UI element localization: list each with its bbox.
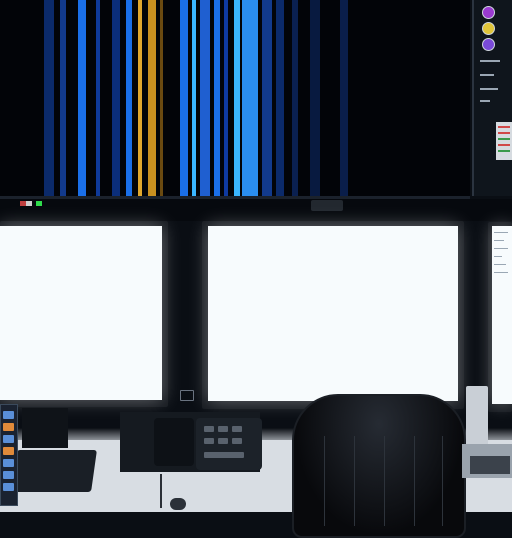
light-stripe [276, 0, 284, 196]
light-stripe [200, 0, 210, 196]
light-stripe [60, 0, 66, 196]
light-stripe [112, 0, 120, 196]
violet-dot-icon [482, 38, 495, 51]
light-stripe [78, 0, 86, 196]
chair-mesh-line [414, 436, 415, 526]
white-led-icon [26, 201, 32, 206]
panel-line [480, 74, 494, 76]
light-stripe [126, 0, 132, 196]
control-key[interactable] [232, 426, 242, 432]
light-stripe [138, 0, 142, 196]
control-panel[interactable] [196, 418, 262, 470]
chair-mesh-line [354, 436, 355, 526]
equipment-clamp [470, 456, 510, 474]
monitor-logo-icon [180, 390, 194, 401]
document-line [494, 248, 508, 249]
center-monitor-screen [208, 226, 458, 401]
yellow-dot-icon [482, 22, 495, 35]
device-key[interactable] [3, 411, 14, 419]
light-stripe [192, 0, 196, 196]
light-stripe [44, 0, 54, 196]
light-stripe [180, 0, 188, 196]
left-device [0, 404, 18, 506]
control-key[interactable] [232, 438, 242, 444]
monitor-mount-rail [0, 199, 512, 221]
panel-chart-box [496, 122, 512, 160]
keyboard[interactable] [11, 450, 97, 492]
document-line [494, 256, 502, 257]
upper-wall-display [0, 0, 470, 199]
device-key[interactable] [3, 471, 14, 479]
light-stripe [242, 0, 258, 196]
mount-bracket [311, 200, 343, 211]
control-key[interactable] [204, 438, 214, 444]
device-key[interactable] [3, 435, 14, 443]
document-line [494, 240, 504, 241]
light-stripe [148, 0, 156, 196]
light-stripe [96, 0, 100, 196]
chair-mesh-line [442, 436, 443, 526]
device-key[interactable] [3, 447, 14, 455]
panel-line [480, 88, 498, 90]
left-monitor-screen [0, 226, 162, 400]
document-line [494, 232, 508, 233]
light-stripe [292, 0, 298, 196]
panel-line [480, 60, 500, 62]
chair-mesh-line [384, 436, 385, 526]
panel-line [480, 100, 490, 102]
green-led-icon [36, 201, 42, 206]
chair-mesh-line [324, 436, 325, 526]
light-stripe [310, 0, 320, 196]
mouse-cable [160, 474, 166, 508]
control-bar[interactable] [204, 452, 244, 458]
phone-handset[interactable] [154, 418, 194, 466]
document-line [494, 264, 506, 265]
light-stripe [234, 0, 240, 196]
control-key[interactable] [218, 438, 228, 444]
device-key[interactable] [3, 459, 14, 467]
light-stripe [262, 0, 272, 196]
mouse[interactable] [170, 498, 186, 510]
light-stripe [214, 0, 220, 196]
light-stripe [224, 0, 228, 196]
right-monitor-screen [492, 226, 512, 404]
device-key[interactable] [3, 483, 14, 491]
control-key[interactable] [204, 426, 214, 432]
device-key[interactable] [3, 423, 14, 431]
light-stripe [340, 0, 348, 196]
control-key[interactable] [218, 426, 228, 432]
monitor-stand [22, 408, 68, 448]
light-stripes [0, 0, 470, 196]
side-panel-monitor [472, 0, 512, 196]
purple-dot-icon [482, 6, 495, 19]
office-chair [292, 394, 466, 538]
light-stripe [160, 0, 163, 196]
document-line [494, 272, 508, 273]
